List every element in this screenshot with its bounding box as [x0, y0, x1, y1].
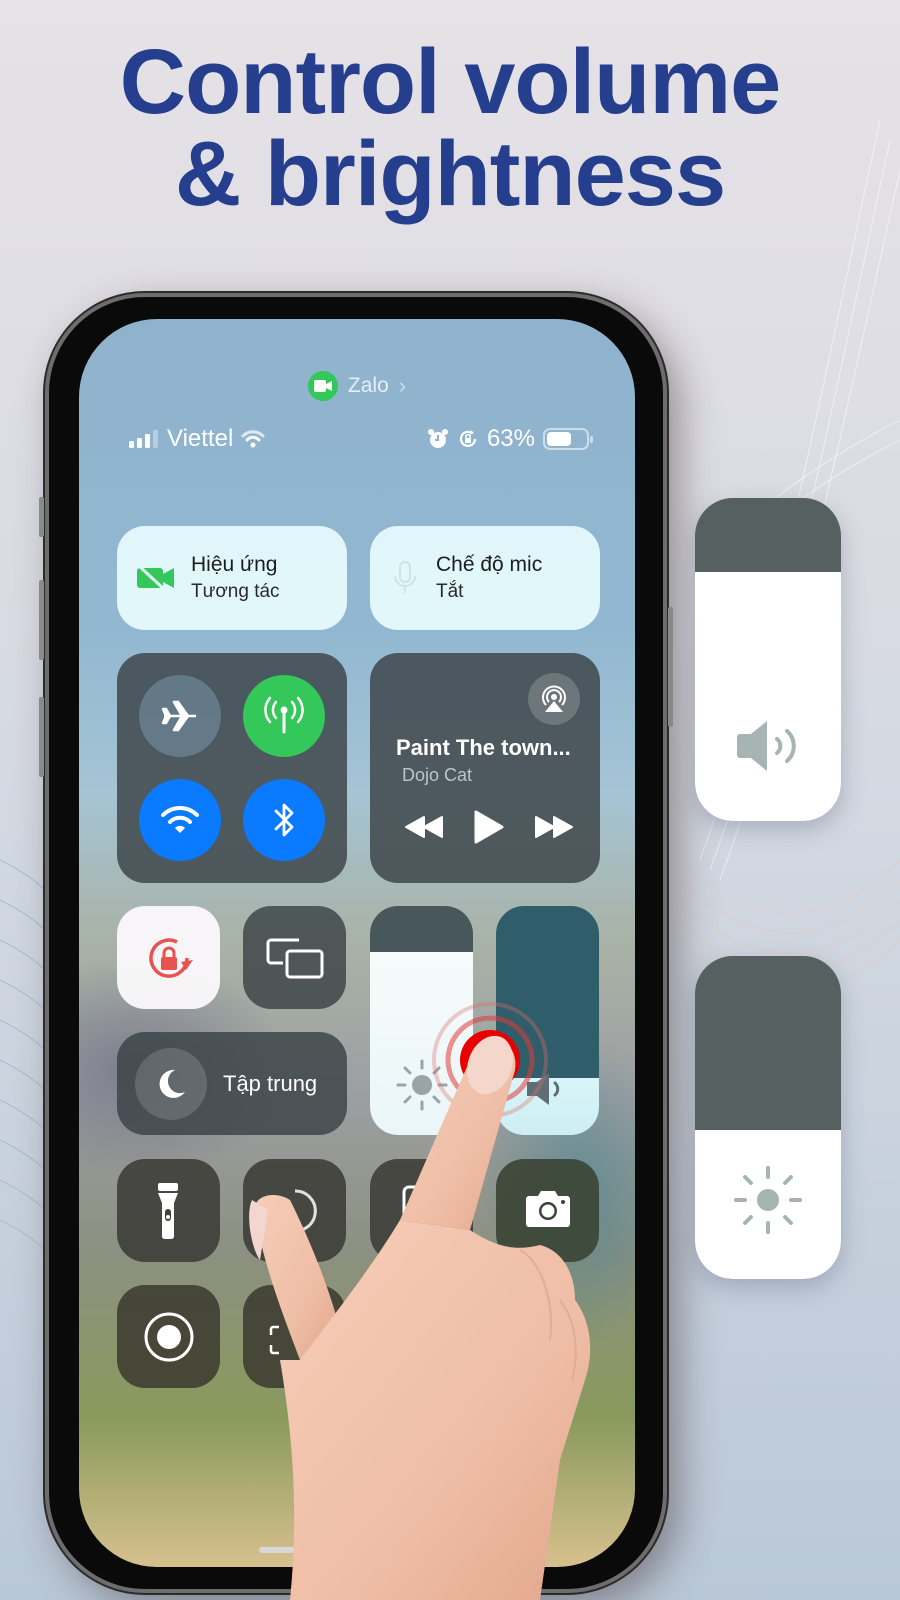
headline-line-1: Control volume: [119, 31, 782, 133]
play-icon[interactable]: [473, 809, 505, 845]
screen-record-toggle[interactable]: [117, 1285, 220, 1388]
video-off-icon: [137, 565, 174, 591]
power-button: [668, 607, 673, 727]
status-bar: Viettel 63%: [129, 423, 593, 455]
bluetooth-toggle[interactable]: [243, 779, 325, 861]
cellular-antenna-icon: [264, 696, 304, 734]
qr-code-icon: [269, 1325, 279, 1355]
media-controls: [404, 809, 574, 845]
battery-percent: 63%: [486, 425, 535, 452]
mic-mode-subtitle: Tắt: [436, 581, 464, 602]
connectivity-module: [117, 653, 347, 883]
wifi-toggle[interactable]: [139, 779, 221, 861]
track-title: Paint The town...: [396, 735, 571, 760]
screen-mirroring-icon: [266, 938, 324, 979]
battery-icon: [543, 428, 593, 450]
orientation-lock-icon: [459, 430, 477, 447]
mic-mode-title: Chế độ mic: [436, 553, 543, 576]
speaker-icon: [737, 721, 796, 771]
flashlight-icon: [158, 1183, 178, 1240]
airplay-button[interactable]: [528, 673, 580, 725]
moon-icon: [159, 1069, 185, 1098]
mic-icon: [394, 561, 416, 593]
rotation-lock-icon: [149, 938, 193, 978]
track-artist: Dojo Cat: [402, 765, 473, 785]
sun-icon: [734, 1166, 802, 1234]
rewind-icon[interactable]: [404, 815, 444, 839]
airplay-audio-icon: [542, 685, 566, 712]
floating-volume-fill: [695, 572, 841, 821]
airplane-mode-toggle[interactable]: [139, 675, 221, 757]
calculator-toggle[interactable]: [370, 1159, 473, 1262]
action-button: [39, 497, 44, 537]
timer-icon: [273, 1189, 317, 1233]
rotation-lock-toggle[interactable]: [117, 906, 220, 1009]
airplane-icon: [161, 700, 196, 732]
timer-toggle[interactable]: [243, 1159, 346, 1262]
wifi-icon: [161, 805, 199, 833]
focus-tile[interactable]: Tập trung: [117, 1032, 347, 1135]
cellular-data-toggle[interactable]: [243, 675, 325, 757]
focus-label: Tập trung: [223, 1070, 318, 1096]
floating-volume-slider[interactable]: [695, 498, 841, 821]
screen-mirroring-toggle[interactable]: [243, 906, 346, 1009]
touch-indicator: [432, 1002, 548, 1118]
wifi-status-icon: [241, 430, 265, 448]
active-app-label: Zalo: [347, 374, 389, 397]
control-center-screen: Zalo › Viettel 63% Hiệu ứng Tương tác Ch…: [79, 319, 635, 1567]
headline: Control volume & brightness: [0, 36, 900, 220]
now-playing-module[interactable]: Paint The town... Dojo Cat: [370, 653, 600, 883]
home-indicator[interactable]: [259, 1547, 409, 1553]
video-camera-icon: [307, 371, 338, 401]
camera-icon: [526, 1191, 570, 1227]
record-icon: [144, 1312, 194, 1362]
calculator-icon: [402, 1185, 440, 1237]
active-app-indicator[interactable]: Zalo ›: [79, 371, 635, 401]
bluetooth-icon: [274, 803, 294, 837]
video-effects-tile[interactable]: Hiệu ứng Tương tác: [117, 526, 347, 630]
phone-mockup: Zalo › Viettel 63% Hiệu ứng Tương tác Ch…: [39, 293, 673, 1593]
floating-brightness-slider[interactable]: [695, 956, 841, 1279]
camera-button[interactable]: [496, 1159, 599, 1262]
volume-up-button: [39, 580, 44, 660]
mic-mode-tile[interactable]: Chế độ mic Tắt: [370, 526, 600, 630]
carrier-label: Viettel: [167, 425, 234, 452]
chevron-right-icon: ›: [398, 373, 407, 398]
video-effects-title: Hiệu ứng: [191, 553, 278, 576]
headline-line-2: & brightness: [174, 123, 726, 225]
video-effects-subtitle: Tương tác: [191, 581, 280, 602]
battery-fill: [547, 432, 571, 446]
volume-down-button: [39, 697, 44, 777]
flashlight-toggle[interactable]: [117, 1159, 220, 1262]
alarm-clock-icon: [427, 429, 448, 448]
signal-bars-icon: [129, 430, 158, 448]
qr-scanner-toggle[interactable]: [243, 1285, 346, 1388]
fast-forward-icon[interactable]: [534, 815, 574, 839]
focus-button[interactable]: [135, 1047, 207, 1120]
